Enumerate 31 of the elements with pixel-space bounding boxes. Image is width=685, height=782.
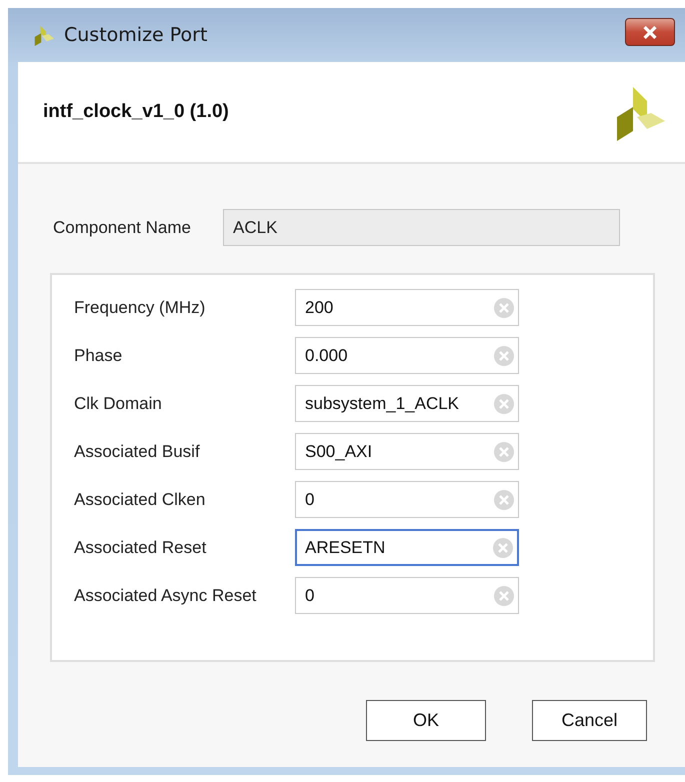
clear-icon[interactable] [494, 586, 514, 606]
input-field[interactable]: 0 [295, 481, 519, 518]
clear-icon[interactable] [493, 538, 513, 558]
input-field[interactable]: S00_AXI [295, 433, 519, 470]
close-icon [642, 26, 658, 38]
logo-icon [615, 87, 665, 141]
component-title: intf_clock_v1_0 (1.0) [43, 101, 229, 123]
input-field[interactable]: ARESETN [295, 529, 519, 566]
clear-icon[interactable] [494, 394, 514, 414]
close-button[interactable] [625, 18, 675, 46]
field-label: Associated Async Reset [74, 586, 258, 606]
input-field[interactable]: 0 [295, 577, 519, 614]
input-field[interactable]: 200 [295, 289, 519, 326]
field-label: Associated Reset [74, 538, 208, 558]
input-field[interactable]: 0.000 [295, 337, 519, 374]
clear-icon[interactable] [494, 346, 514, 366]
logo-icon [32, 24, 54, 46]
field-label: Component Name [53, 218, 192, 238]
input-field[interactable]: subsystem_1_ACLK [295, 385, 519, 422]
cancel-button[interactable]: Cancel [532, 700, 647, 741]
field-label: Associated Clken [74, 490, 206, 510]
field-label: Phase [74, 346, 124, 366]
field-label: Clk Domain [74, 394, 163, 414]
component-name-field[interactable]: ACLK [223, 209, 620, 246]
window-title: Customize Port [64, 24, 208, 46]
clear-icon[interactable] [494, 442, 514, 462]
clear-icon[interactable] [494, 490, 514, 510]
clear-icon[interactable] [494, 298, 514, 318]
field-label: Associated Busif [74, 442, 201, 462]
ok-button[interactable]: OK [366, 700, 486, 741]
field-label: Frequency (MHz) [74, 298, 206, 318]
